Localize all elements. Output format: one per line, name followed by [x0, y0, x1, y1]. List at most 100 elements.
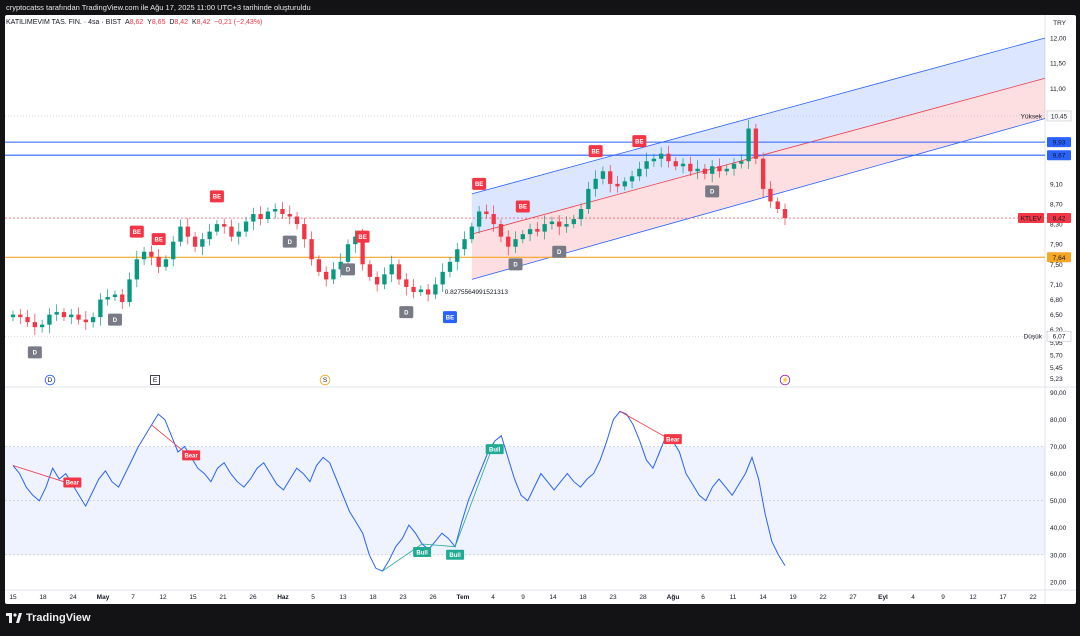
candle-body	[644, 161, 649, 169]
candle-body	[374, 276, 380, 285]
price-tick-label: 5,45	[1050, 365, 1063, 372]
candle-body	[273, 209, 278, 212]
price-tick-label: 8,70	[1050, 201, 1063, 208]
d-marker-text: D	[113, 318, 118, 324]
candle-body	[76, 314, 81, 320]
bear-signal-text: Bear	[66, 481, 80, 487]
candle-body	[236, 231, 241, 237]
price-tick-label: 6,80	[1050, 297, 1063, 304]
be-marker-text: BE	[154, 237, 162, 243]
candle-body	[382, 274, 387, 285]
price-tick-label: 5,23	[1050, 376, 1063, 383]
candle-body	[513, 239, 518, 247]
time-tick-label: Haz	[277, 594, 289, 601]
candle-body	[557, 221, 562, 227]
currency-label: TRY	[1053, 20, 1066, 27]
candle-body	[112, 294, 118, 297]
candle-body	[433, 284, 438, 295]
time-tick-label: 27	[849, 594, 857, 601]
candle-body	[506, 236, 511, 247]
candle-body	[462, 239, 467, 250]
time-tick-label: 18	[579, 594, 587, 601]
candle-body	[586, 188, 591, 209]
candle-body	[120, 294, 125, 303]
time-tick-label: 15	[9, 594, 17, 601]
candle-body	[622, 181, 627, 187]
d-marker-text: D	[513, 263, 518, 269]
candle-body	[156, 256, 161, 267]
price-tick-label: 11,50	[1050, 61, 1066, 68]
time-tick-label: 4	[911, 594, 915, 601]
chart-canvas[interactable]: 12,0011,5011,0010,459,939,679,108,708,30…	[5, 15, 1076, 604]
rsi-tick-label: 80,00	[1050, 417, 1067, 424]
candle-body	[535, 229, 540, 232]
candle-body	[185, 226, 190, 237]
candle-body	[710, 166, 715, 174]
candle-body	[600, 171, 606, 179]
candle-body	[127, 279, 132, 303]
candle-body	[746, 128, 751, 162]
d-marker-text: D	[346, 268, 351, 274]
time-tick-label: Ağu	[667, 594, 680, 601]
candle-body	[251, 214, 256, 222]
be-marker-text: BE	[213, 195, 221, 201]
time-tick-label: 9	[521, 594, 525, 601]
price-tick-label: 6,50	[1050, 312, 1063, 319]
d-marker-text: D	[710, 190, 715, 196]
candle-body	[243, 221, 249, 232]
tradingview-logo-icon	[6, 613, 22, 623]
time-tick-label: 5	[311, 594, 315, 601]
price-tick-label: 7,50	[1050, 262, 1063, 269]
d-marker-text: D	[288, 240, 293, 246]
candle-body	[775, 201, 780, 209]
candle-body	[520, 234, 525, 240]
level-price-text: 9,93	[1053, 140, 1066, 147]
time-tick-label: 28	[639, 594, 647, 601]
candle-body	[39, 324, 45, 328]
tradingview-logo[interactable]: TradingView	[6, 612, 91, 624]
symbol-name[interactable]: KATILIMEVIM TAS. FIN.	[6, 19, 82, 26]
time-tick-label: 9	[941, 594, 945, 601]
candle-body	[302, 224, 307, 240]
candle-body	[425, 289, 431, 295]
rsi-tick-label: 60,00	[1050, 471, 1067, 478]
time-tick-label: 23	[399, 594, 407, 601]
candle-body	[571, 219, 576, 225]
event-icon-text: E	[153, 377, 158, 384]
time-tick-label: 13	[339, 594, 347, 601]
time-tick-label: 23	[609, 594, 617, 601]
bull-signal-text: Bull	[416, 550, 428, 556]
level-symbol-text: KTLEV	[1021, 216, 1042, 223]
candle-body	[527, 229, 533, 235]
candle-body	[447, 261, 453, 272]
open-value: 8,62	[129, 19, 144, 26]
price-tick-label: 12,00	[1050, 36, 1067, 43]
candle-body	[69, 314, 74, 318]
candle-body	[178, 226, 183, 242]
time-tick-label: 12	[969, 594, 977, 601]
candle-body	[98, 299, 103, 318]
candle-body	[258, 214, 263, 220]
symbol-exchange: BIST	[105, 19, 122, 26]
symbol-legend[interactable]: KATILIMEVIM TAS. FIN. · 4sa · BIST A8,62…	[6, 19, 262, 26]
level-price-text: 7,64	[1053, 255, 1066, 262]
chart-frame[interactable]: 12,0011,5011,0010,459,939,679,108,708,30…	[5, 15, 1076, 604]
candle-body	[345, 244, 351, 262]
time-tick-label: May	[97, 594, 110, 601]
rsi-tick-label: 90,00	[1050, 390, 1067, 397]
bull-signal-text: Bull	[489, 447, 501, 453]
price-tick-label: 7,10	[1050, 282, 1063, 289]
candle-body	[331, 269, 336, 280]
candle-body	[768, 188, 773, 202]
candle-body	[324, 271, 329, 280]
be-marker-text: BE	[519, 205, 527, 211]
candle-body	[316, 259, 322, 272]
d-marker-text: D	[33, 351, 38, 357]
candle-body	[47, 314, 52, 325]
candle-body	[200, 239, 205, 247]
candle-body	[688, 163, 693, 172]
price-tick-label: 5,70	[1050, 352, 1063, 359]
candle-body	[542, 224, 547, 232]
candle-body	[61, 312, 67, 318]
candle-body	[396, 264, 402, 280]
